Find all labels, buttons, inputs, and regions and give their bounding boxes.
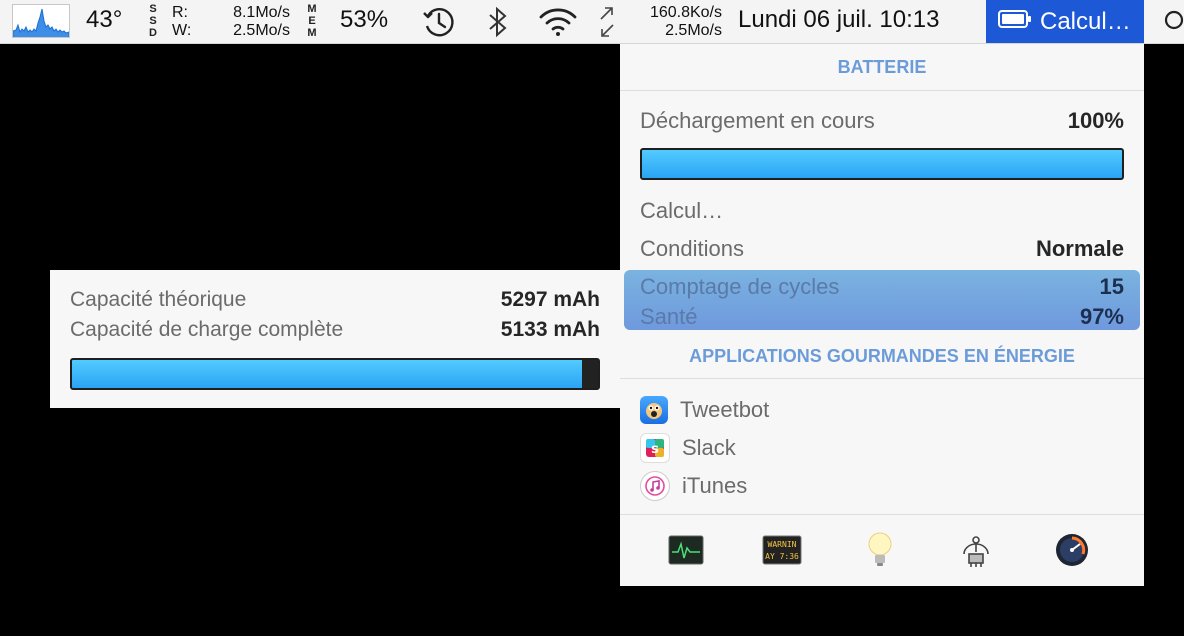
battery-section-title: BATTERIE <box>837 57 927 77</box>
ssd-read-value: 8.1Mo/s <box>233 4 290 21</box>
energy-apps-section-title: APPLICATIONS GOURMANDES EN ÉNERGIE <box>689 346 1075 366</box>
istat-icon[interactable] <box>1052 530 1092 570</box>
slack-icon: s <box>640 433 670 463</box>
battery-health-row[interactable]: Santé 97% <box>640 304 1124 330</box>
battery-health-value: 97% <box>1079 304 1124 329</box>
bluetooth-icon[interactable] <box>484 4 512 40</box>
search-icon[interactable] <box>1162 8 1184 36</box>
conditions-label: Conditions <box>640 236 744 261</box>
menu-bar: 43° SSD R: W: 8.1Mo/s 2.5Mo/s MEM 53% 16… <box>0 0 1184 44</box>
cpu-temperature[interactable]: 43° <box>86 6 122 34</box>
time-machine-icon[interactable] <box>418 4 460 40</box>
capacity-tooltip: Capacité théorique 5297 mAh Capacité de … <box>50 270 620 408</box>
ssd-rw-labels: R: W: <box>172 4 191 40</box>
app-item-tweetbot[interactable]: Tweetbot <box>640 394 769 426</box>
ssd-throughput[interactable]: 8.1Mo/s 2.5Mo/s <box>208 4 290 40</box>
ssd-write-label: W: <box>172 22 192 39</box>
battery-status-label: Calcul… <box>1040 7 1131 35</box>
battery-health-label: Santé <box>640 304 698 329</box>
battery-status-row: Déchargement en cours 100% <box>640 108 1124 134</box>
time-remaining-text: Calcul… <box>640 198 724 223</box>
app-name: Slack <box>682 435 736 460</box>
network-throughput[interactable]: 160.8Ko/s 2.5Mo/s <box>626 4 722 40</box>
memory-usage[interactable]: 53% <box>340 6 388 34</box>
menubar-clock[interactable]: Lundi 06 juil. 10:13 <box>738 6 940 34</box>
divider <box>620 514 1144 515</box>
ssd-label: SSD <box>149 3 157 39</box>
battery-status-text: Déchargement en cours <box>640 108 875 133</box>
svg-text:s: s <box>651 442 659 457</box>
app-name: Tweetbot <box>680 397 770 422</box>
battery-icon <box>998 9 1032 34</box>
app-item-slack[interactable]: s Slack <box>640 432 736 464</box>
network-upload-value: 160.8Ko/s <box>649 4 722 21</box>
divider <box>620 90 1144 91</box>
design-capacity-row: Capacité théorique 5297 mAh <box>70 288 600 312</box>
ssd-read-label: R: <box>172 4 188 21</box>
time-remaining-row: Calcul… <box>640 198 1124 224</box>
energy-saver-icon[interactable] <box>860 530 900 570</box>
conditions-value: Normale <box>1035 236 1124 261</box>
console-icon-line-1: WARNIN <box>768 540 797 549</box>
divider <box>620 378 1144 379</box>
battery-menu-item[interactable]: Calcul… <box>986 0 1144 43</box>
design-capacity-value: 5297 mAh <box>500 288 600 311</box>
cycle-count-label: Comptage de cycles <box>640 274 840 299</box>
system-information-icon[interactable] <box>956 530 996 570</box>
tweetbot-icon <box>640 396 668 424</box>
app-item-itunes[interactable]: iTunes <box>640 470 747 502</box>
battery-charge-bar <box>640 148 1124 180</box>
design-capacity-label: Capacité théorique <box>70 288 247 311</box>
itunes-icon <box>640 471 670 501</box>
battery-conditions-row: Conditions Normale <box>640 236 1124 262</box>
activity-monitor-icon[interactable] <box>666 530 706 570</box>
full-charge-capacity-value: 5133 mAh <box>500 318 600 341</box>
full-charge-capacity-label: Capacité de charge complète <box>70 318 344 341</box>
wifi-icon[interactable] <box>536 4 580 40</box>
cpu-graph-icon[interactable] <box>12 4 70 38</box>
app-name: iTunes <box>682 473 748 498</box>
console-icon-line-2: AY 7:36 <box>765 552 799 561</box>
console-icon[interactable]: WARNIN AY 7:36 <box>762 530 802 570</box>
ssd-write-value: 2.5Mo/s <box>233 22 290 39</box>
cycle-count-value: 15 <box>1099 274 1124 299</box>
mem-label: MEM <box>307 3 317 39</box>
battery-charge-bar-fill <box>642 150 1122 178</box>
capacity-bar-fill <box>72 360 582 388</box>
cycle-count-row[interactable]: Comptage de cycles 15 <box>640 274 1124 300</box>
network-download-value: 2.5Mo/s <box>665 22 722 39</box>
full-charge-capacity-row: Capacité de charge complète 5133 mAh <box>70 318 600 342</box>
network-arrows-icon[interactable] <box>596 4 618 40</box>
battery-percent: 100% <box>1067 108 1124 133</box>
capacity-bar <box>70 358 600 390</box>
battery-dropdown-menu: BATTERIE Déchargement en cours 100% Calc… <box>620 44 1144 586</box>
